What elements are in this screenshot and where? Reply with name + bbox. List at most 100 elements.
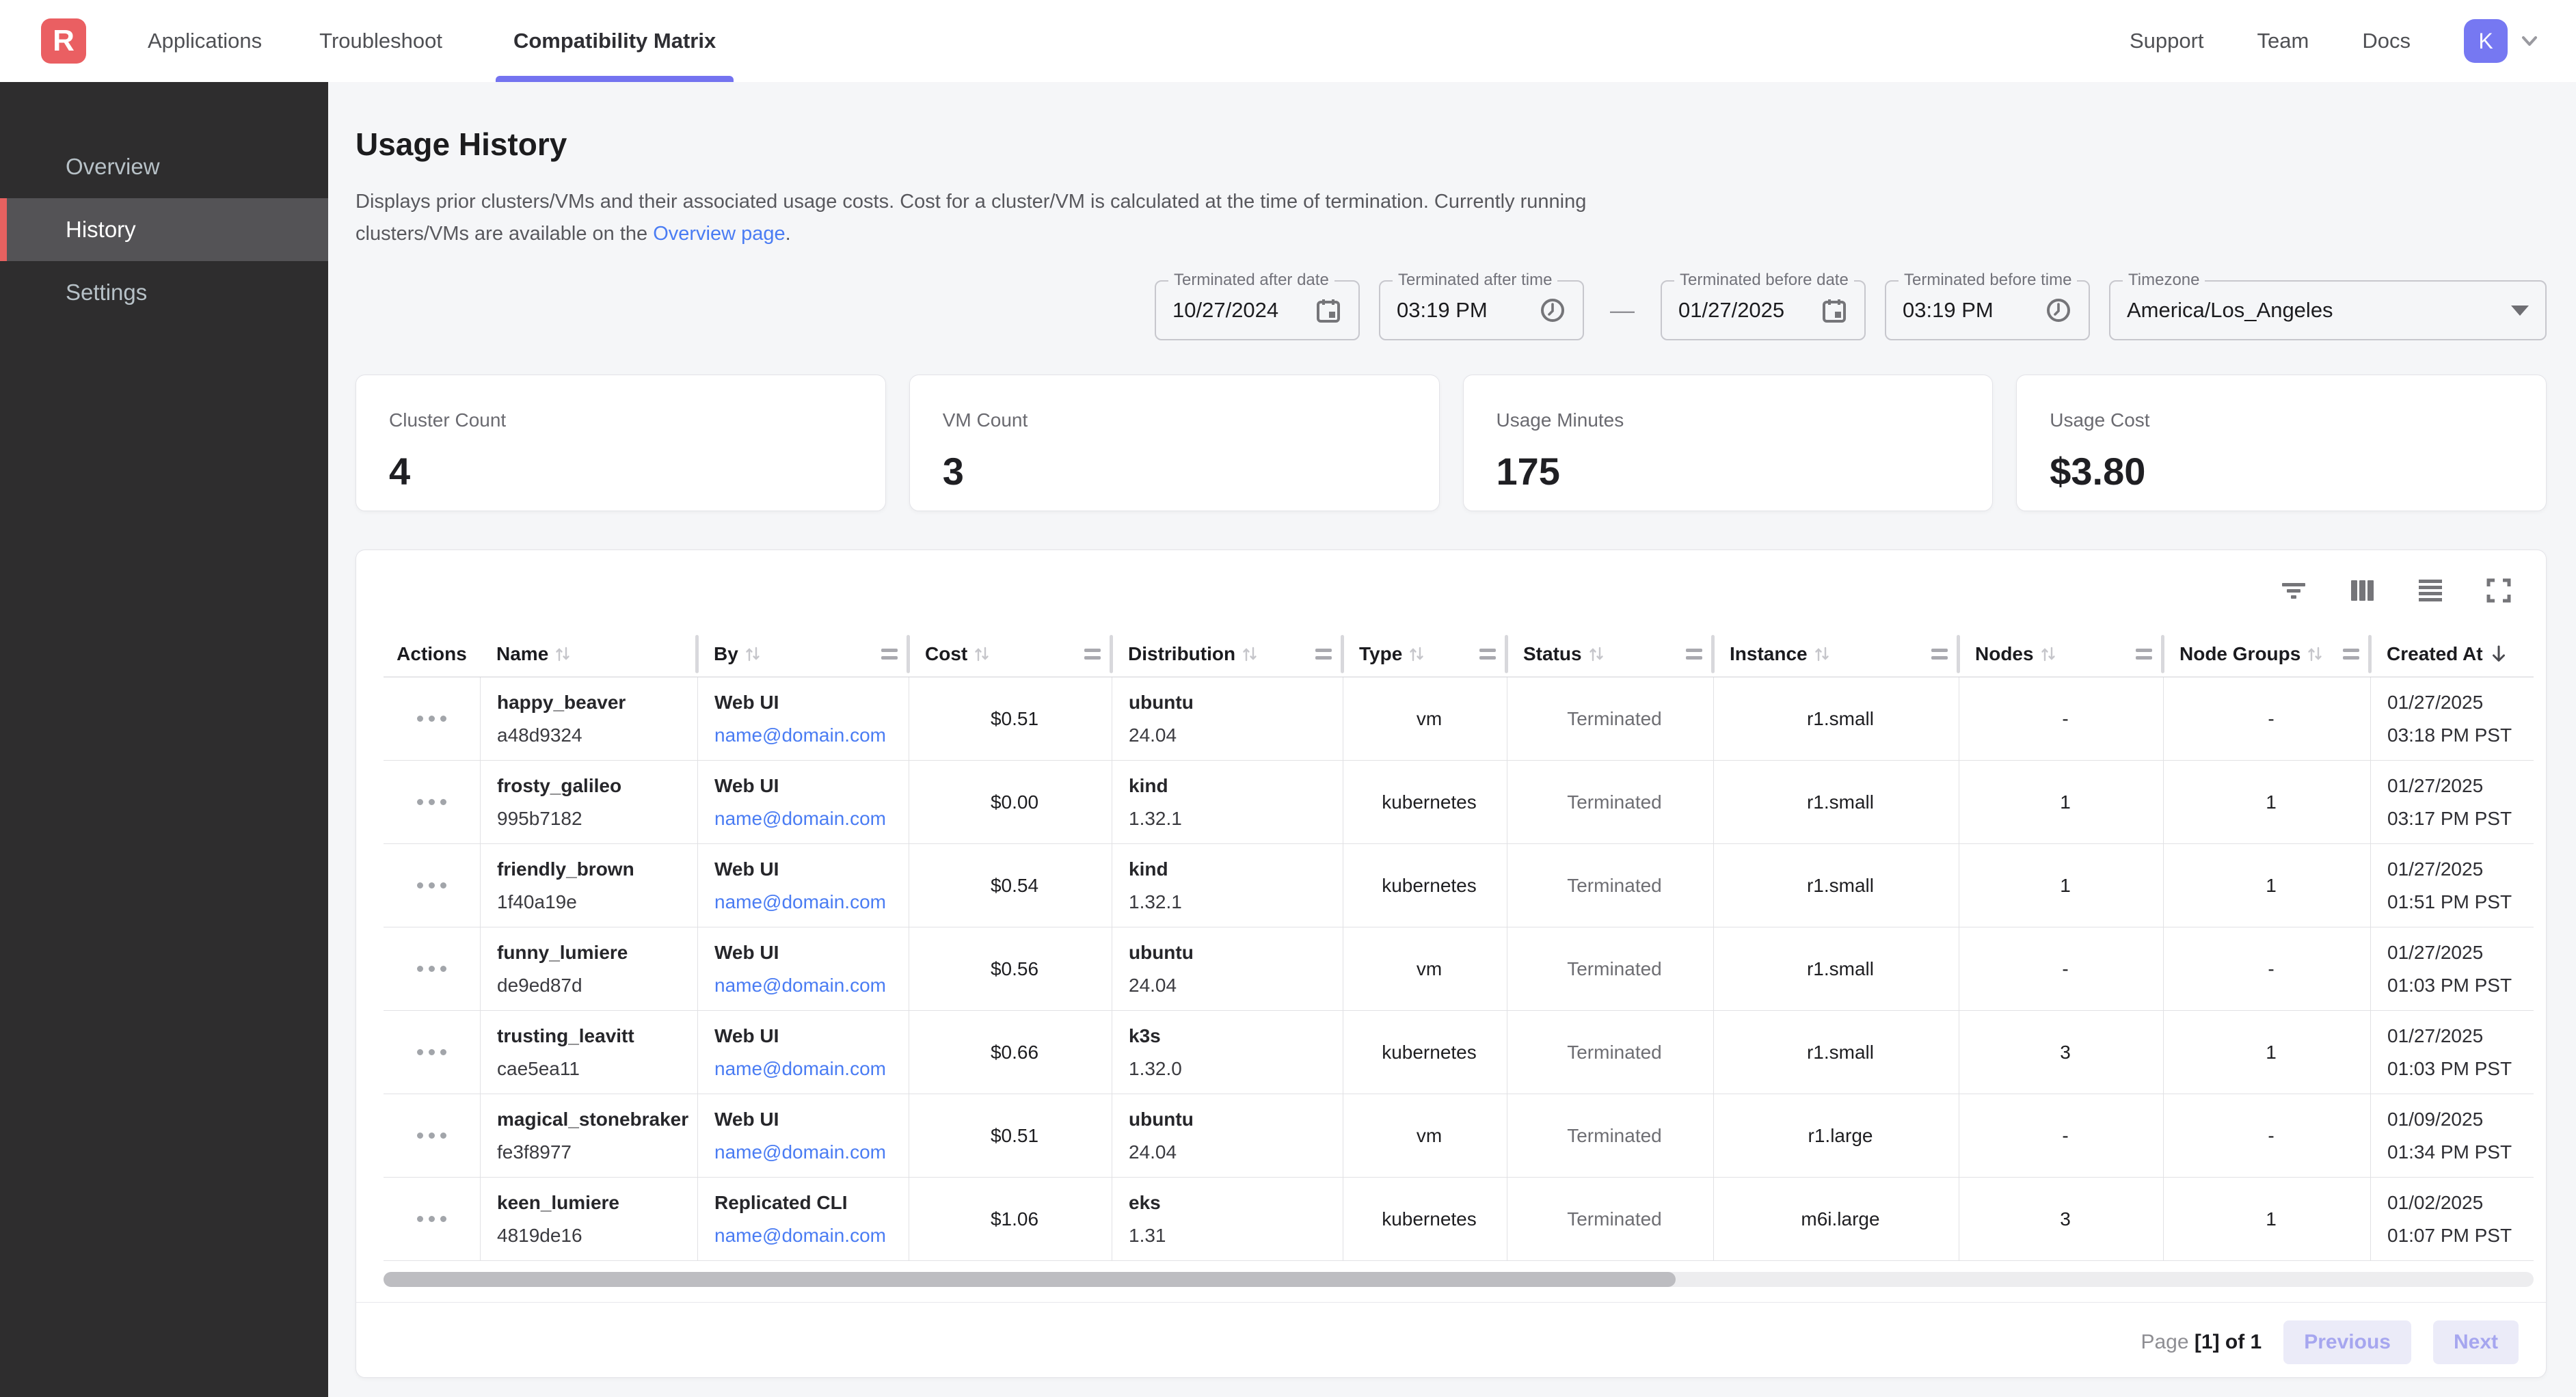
- next-button[interactable]: Next: [2433, 1320, 2519, 1364]
- distribution-name: eks: [1129, 1192, 1334, 1214]
- sort-icon[interactable]: [2041, 645, 2056, 664]
- sort-icon[interactable]: [555, 645, 570, 664]
- column-header-type[interactable]: Type: [1343, 631, 1507, 677]
- created-by-source: Web UI: [714, 1025, 900, 1047]
- sidebar-item-history[interactable]: History: [0, 198, 328, 261]
- filter-icon[interactable]: [2278, 575, 2309, 606]
- row-actions-button[interactable]: [410, 1042, 453, 1062]
- created-by-email-link[interactable]: name@domain.com: [714, 724, 900, 746]
- created-by-email-link[interactable]: name@domain.com: [714, 1225, 900, 1247]
- column-menu-icon[interactable]: [1686, 649, 1702, 660]
- distribution-version: 24.04: [1129, 724, 1334, 746]
- calendar-icon[interactable]: [1821, 297, 1848, 324]
- column-header-status[interactable]: Status: [1507, 631, 1713, 677]
- column-header-node-groups[interactable]: Node Groups: [2163, 631, 2370, 677]
- column-separator[interactable]: [1957, 635, 1960, 673]
- field-value[interactable]: 03:19 PM: [1397, 298, 1528, 323]
- column-separator[interactable]: [2161, 635, 2164, 673]
- column-header-nodes[interactable]: Nodes: [1959, 631, 2163, 677]
- sort-icon[interactable]: [1409, 645, 1424, 664]
- chevron-down-icon[interactable]: [2517, 29, 2542, 53]
- terminated-before-time-field[interactable]: Terminated before time 03:19 PM: [1885, 280, 2090, 340]
- sort-icon[interactable]: [745, 645, 760, 664]
- column-separator[interactable]: [1711, 635, 1715, 673]
- column-header-distribution[interactable]: Distribution: [1112, 631, 1343, 677]
- row-actions-button[interactable]: [410, 1209, 453, 1229]
- column-menu-icon[interactable]: [1479, 649, 1496, 660]
- created-by-email-link[interactable]: name@domain.com: [714, 1141, 900, 1163]
- support-link[interactable]: Support: [2130, 29, 2204, 53]
- page-indicator: Page [1] of 1: [2141, 1331, 2262, 1354]
- column-header-instance[interactable]: Instance: [1713, 631, 1959, 677]
- timezone-select[interactable]: Timezone America/Los_Angeles: [2109, 280, 2547, 340]
- row-actions-button[interactable]: [410, 959, 453, 979]
- tab-applications[interactable]: Applications: [144, 0, 266, 82]
- column-menu-icon[interactable]: [2136, 649, 2152, 660]
- column-separator[interactable]: [695, 635, 699, 673]
- created-by-source: Web UI: [714, 1109, 900, 1130]
- column-menu-icon[interactable]: [1315, 649, 1332, 660]
- terminated-after-time-field[interactable]: Terminated after time 03:19 PM: [1379, 280, 1584, 340]
- sidebar-item-settings[interactable]: Settings: [0, 261, 328, 324]
- cost-cell: $0.56: [909, 927, 1112, 1010]
- tab-compatibility-matrix[interactable]: Compatibility Matrix: [496, 0, 734, 82]
- column-menu-icon[interactable]: [1931, 649, 1948, 660]
- column-header-created-at[interactable]: Created At: [2370, 631, 2534, 677]
- account-menu[interactable]: K: [2464, 19, 2542, 63]
- created-by-email-link[interactable]: name@domain.com: [714, 891, 900, 913]
- created-by-email-link[interactable]: name@domain.com: [714, 808, 900, 830]
- row-actions-button[interactable]: [410, 1126, 453, 1145]
- fullscreen-icon[interactable]: [2483, 575, 2514, 606]
- sort-icon[interactable]: [2307, 645, 2322, 664]
- row-actions-button[interactable]: [410, 876, 453, 895]
- created-by-email-link[interactable]: name@domain.com: [714, 1058, 900, 1080]
- column-separator[interactable]: [2368, 635, 2372, 673]
- sort-icon[interactable]: [974, 645, 989, 664]
- sort-icon[interactable]: [1242, 645, 1257, 664]
- cluster-name: keen_lumiere: [497, 1192, 689, 1214]
- column-header-cost[interactable]: Cost: [909, 631, 1112, 677]
- row-actions-button[interactable]: [410, 792, 453, 812]
- docs-link[interactable]: Docs: [2362, 29, 2411, 53]
- created-time: 01:51 PM PST: [2387, 891, 2525, 913]
- sidebar-item-overview[interactable]: Overview: [0, 135, 328, 198]
- column-separator[interactable]: [1505, 635, 1508, 673]
- cluster-name: trusting_leavitt: [497, 1025, 689, 1047]
- sort-desc-icon[interactable]: [2490, 644, 2508, 664]
- column-menu-icon[interactable]: [1084, 649, 1101, 660]
- density-icon[interactable]: [2415, 575, 2446, 606]
- replicated-logo[interactable]: R: [41, 18, 86, 64]
- previous-button[interactable]: Previous: [2283, 1320, 2411, 1364]
- column-separator[interactable]: [907, 635, 910, 673]
- field-value[interactable]: 10/27/2024: [1172, 298, 1304, 323]
- field-value[interactable]: America/Los_Angeles: [2127, 298, 2500, 323]
- column-separator[interactable]: [1110, 635, 1113, 673]
- avatar[interactable]: K: [2464, 19, 2508, 63]
- column-header-name[interactable]: Name: [480, 631, 697, 677]
- overview-page-link[interactable]: Overview page: [653, 223, 785, 245]
- sort-icon[interactable]: [1814, 645, 1829, 664]
- dropdown-arrow-icon[interactable]: [2511, 306, 2529, 316]
- column-menu-icon[interactable]: [2343, 649, 2359, 660]
- column-menu-icon[interactable]: [881, 649, 898, 660]
- column-separator[interactable]: [1341, 635, 1344, 673]
- sort-icon[interactable]: [1589, 645, 1604, 664]
- field-value[interactable]: 01/27/2025: [1678, 298, 1810, 323]
- usage-table: Actions Name By Cost Distribution T: [384, 631, 2534, 1261]
- nodes-cell: -: [1959, 1094, 2163, 1177]
- field-value[interactable]: 03:19 PM: [1903, 298, 2034, 323]
- scrollbar-thumb[interactable]: [384, 1272, 1676, 1287]
- columns-icon[interactable]: [2346, 575, 2378, 606]
- clock-icon[interactable]: [1539, 297, 1566, 324]
- terminated-before-date-field[interactable]: Terminated before date 01/27/2025: [1661, 280, 1866, 340]
- terminated-after-date-field[interactable]: Terminated after date 10/27/2024: [1155, 280, 1360, 340]
- team-link[interactable]: Team: [2257, 29, 2309, 53]
- created-by-email-link[interactable]: name@domain.com: [714, 975, 900, 996]
- tab-troubleshoot[interactable]: Troubleshoot: [315, 0, 446, 82]
- column-header-by[interactable]: By: [697, 631, 909, 677]
- horizontal-scrollbar[interactable]: [384, 1272, 2534, 1287]
- row-actions-button[interactable]: [410, 709, 453, 729]
- distribution-name: ubuntu: [1129, 942, 1334, 964]
- clock-icon[interactable]: [2045, 297, 2072, 324]
- calendar-icon[interactable]: [1315, 297, 1342, 324]
